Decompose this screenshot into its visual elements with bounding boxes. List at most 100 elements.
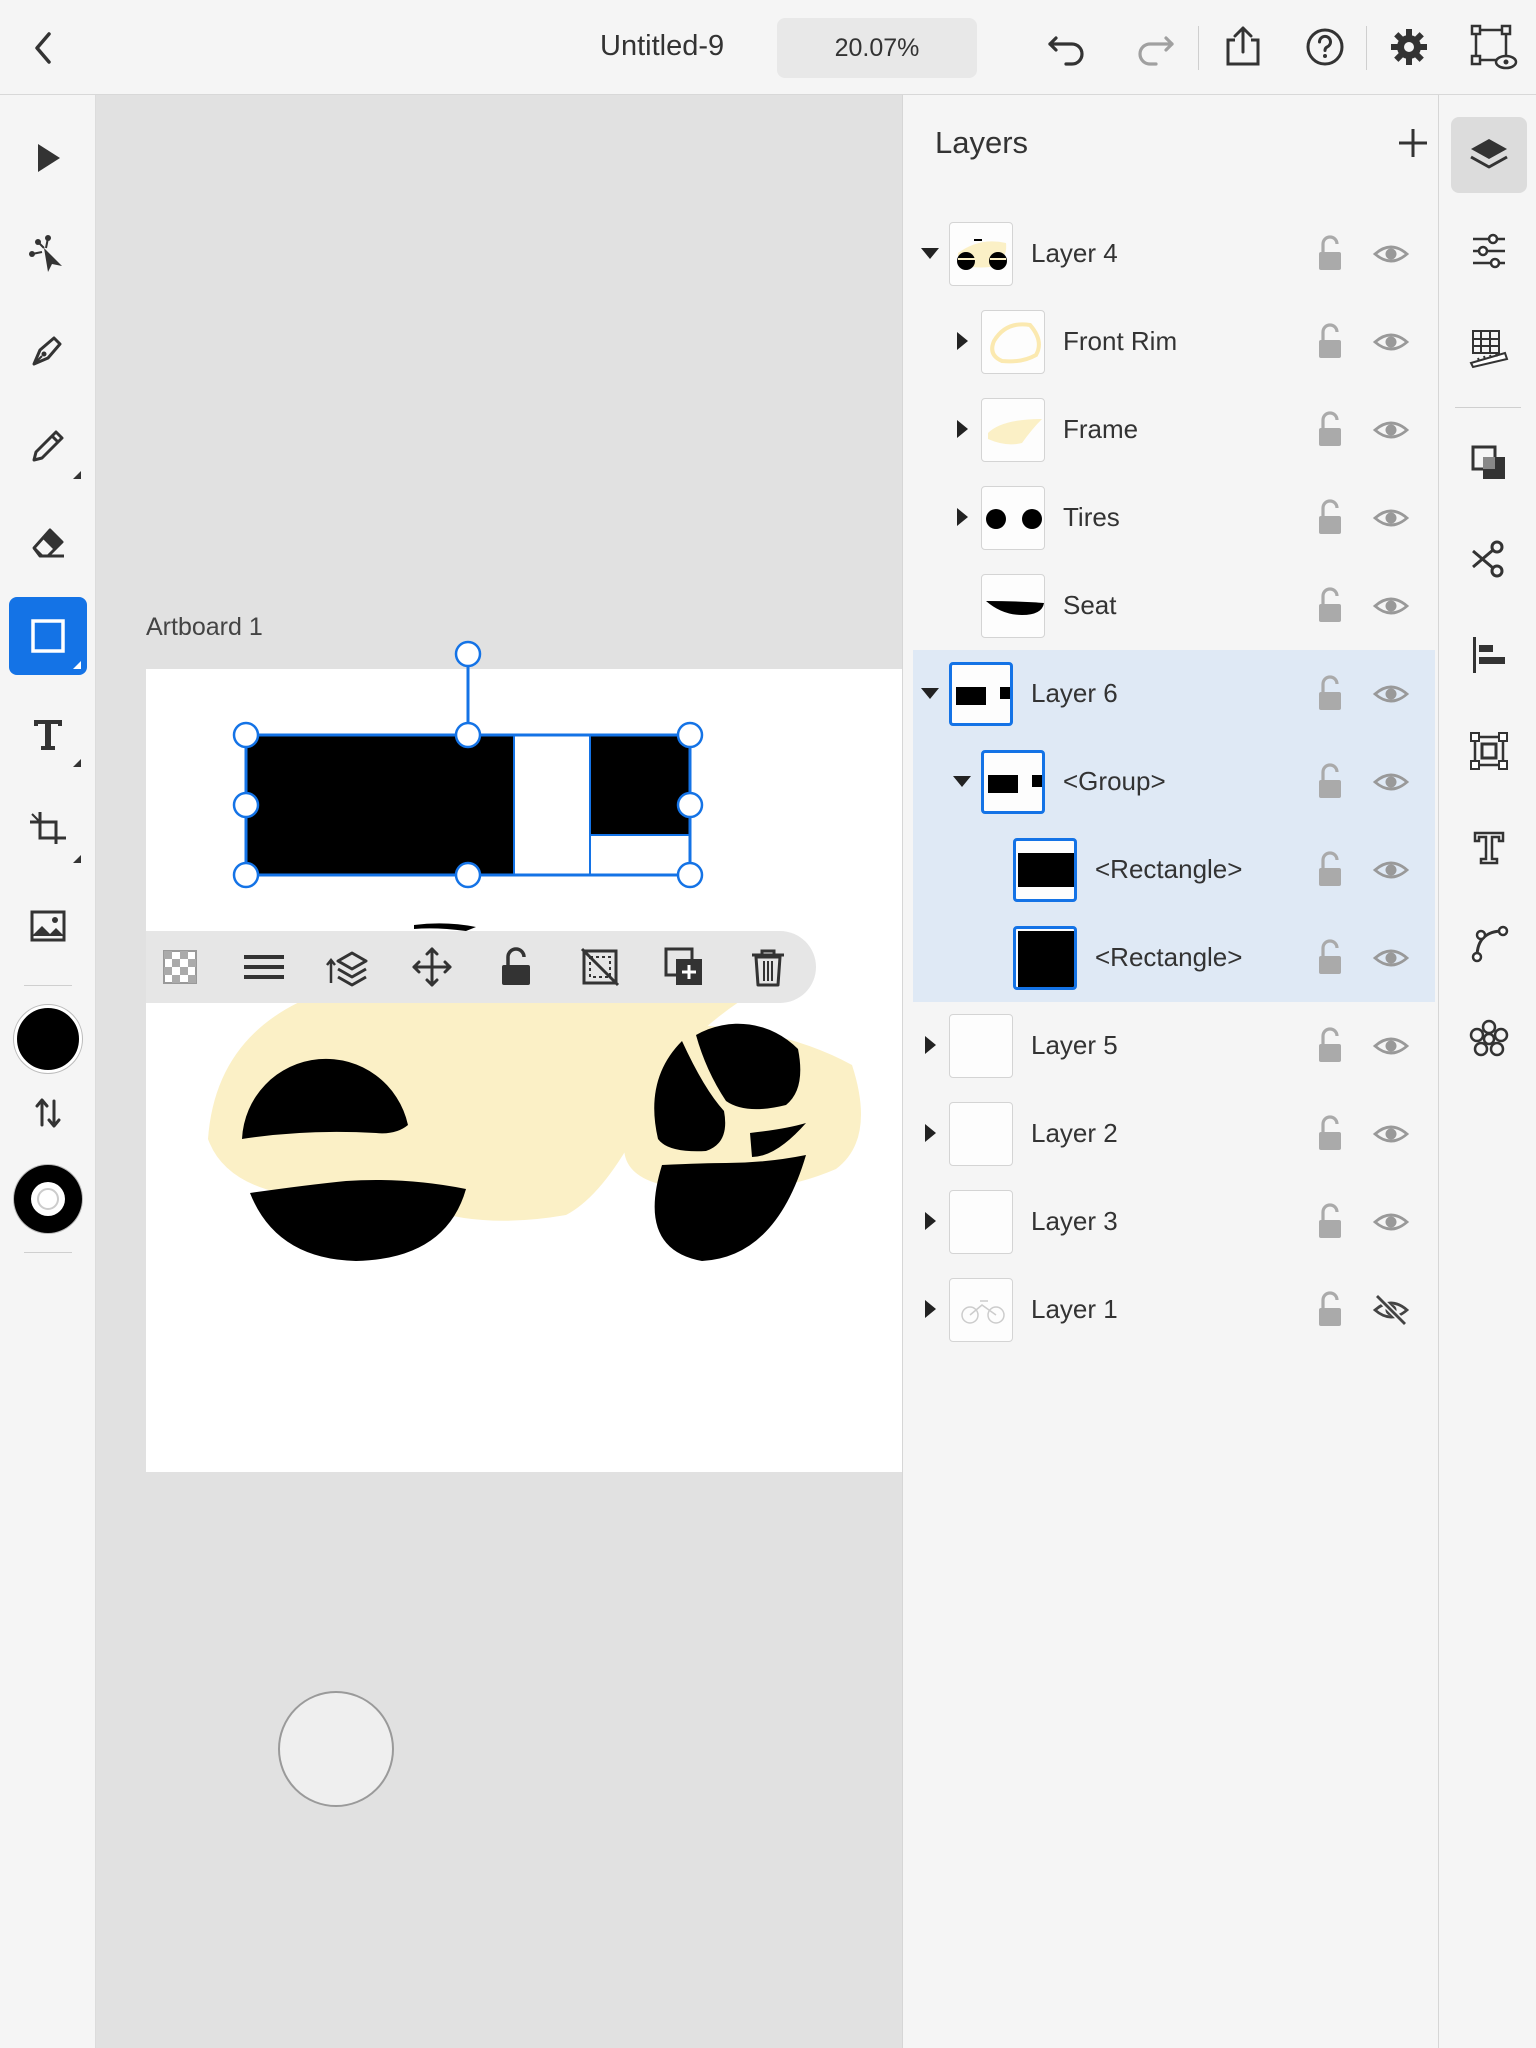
- expand-caret-icon[interactable]: [949, 416, 975, 442]
- rectangle-tool[interactable]: [9, 597, 87, 675]
- expand-caret-icon[interactable]: [949, 328, 975, 354]
- layer-row[interactable]: <Rectangle>: [913, 914, 1435, 1002]
- layer-name: <Group>: [1063, 766, 1166, 796]
- expand-caret-icon[interactable]: [917, 1032, 943, 1058]
- select-tool[interactable]: [9, 119, 87, 197]
- layers-panel-button[interactable]: [1451, 117, 1527, 193]
- duplicate-icon[interactable]: [662, 945, 706, 989]
- cut-panel-button[interactable]: [1451, 521, 1527, 597]
- expand-caret-icon[interactable]: [917, 1208, 943, 1234]
- unlock-icon[interactable]: [1309, 672, 1349, 716]
- layer-row[interactable]: Front Rim: [913, 298, 1435, 386]
- repeat-panel-button[interactable]: [1451, 1001, 1527, 1077]
- visibility-eye-icon[interactable]: [1371, 322, 1411, 362]
- unlock-icon[interactable]: [1309, 936, 1349, 980]
- pen-tool[interactable]: [9, 311, 87, 389]
- eraser-icon: [32, 528, 64, 558]
- layer-row[interactable]: Layer 5: [913, 1002, 1435, 1090]
- layer-row[interactable]: Layer 4: [913, 210, 1435, 298]
- canvas[interactable]: Artboard 1: [96, 95, 902, 2048]
- help-icon[interactable]: [1300, 22, 1350, 72]
- delete-icon[interactable]: [746, 945, 790, 989]
- collapse-caret-icon[interactable]: [949, 768, 975, 794]
- visibility-eye-icon[interactable]: [1371, 762, 1411, 802]
- visibility-eye-icon[interactable]: [1371, 938, 1411, 978]
- share-icon[interactable]: [1218, 22, 1268, 72]
- zoom-level[interactable]: 20.07%: [777, 18, 977, 78]
- artboard-label[interactable]: Artboard 1: [146, 613, 263, 642]
- unlock-icon[interactable]: [1309, 1200, 1349, 1244]
- visibility-eye-icon[interactable]: [1371, 586, 1411, 626]
- lock-icon[interactable]: [494, 945, 538, 989]
- pencil-tool[interactable]: [9, 407, 87, 485]
- crop-tool[interactable]: [9, 791, 87, 869]
- expand-caret-icon[interactable]: [949, 504, 975, 530]
- artboard[interactable]: [146, 669, 902, 1472]
- path-panel-button[interactable]: [1451, 905, 1527, 981]
- unlock-icon[interactable]: [1309, 584, 1349, 628]
- visibility-eye-icon[interactable]: [1371, 410, 1411, 450]
- visibility-eye-icon[interactable]: [1371, 850, 1411, 890]
- layer-row[interactable]: Layer 3: [913, 1178, 1435, 1266]
- crop-icon: [30, 812, 66, 844]
- add-layer-icon[interactable]: [1395, 125, 1431, 161]
- unlock-icon[interactable]: [1309, 1112, 1349, 1156]
- unlock-icon[interactable]: [1309, 1288, 1349, 1332]
- unlock-icon[interactable]: [1309, 408, 1349, 452]
- layer-row[interactable]: Tires: [913, 474, 1435, 562]
- unlock-icon[interactable]: [1309, 848, 1349, 892]
- preview-icon[interactable]: [1468, 22, 1518, 72]
- expand-caret-icon[interactable]: [917, 1120, 943, 1146]
- layer-row[interactable]: Layer 1: [913, 1266, 1435, 1354]
- visibility-eye-icon[interactable]: [1371, 674, 1411, 714]
- properties-panel-button[interactable]: [1451, 213, 1527, 289]
- grid-panel-button[interactable]: [1451, 309, 1527, 385]
- stroke-color-swatch[interactable]: [14, 1165, 82, 1233]
- layer-row[interactable]: Layer 6: [913, 650, 1435, 738]
- visibility-eye-icon[interactable]: [1371, 1114, 1411, 1154]
- visibility-eye-icon[interactable]: [1371, 1026, 1411, 1066]
- layers-icon: [1470, 139, 1508, 169]
- align-icon[interactable]: [242, 945, 286, 989]
- opacity-icon[interactable]: [158, 945, 202, 989]
- select-icon: [38, 144, 60, 172]
- unlock-icon[interactable]: [1309, 320, 1349, 364]
- mask-icon[interactable]: [578, 945, 622, 989]
- eraser-tool[interactable]: [9, 503, 87, 581]
- transform-icon[interactable]: [410, 945, 454, 989]
- layer-row[interactable]: <Rectangle>: [913, 826, 1435, 914]
- touch-shortcut-button[interactable]: [278, 1691, 394, 1807]
- undo-icon[interactable]: [1042, 22, 1092, 72]
- back-icon[interactable]: [24, 24, 66, 72]
- arrange-icon[interactable]: [326, 945, 370, 989]
- direct-select-tool[interactable]: [9, 215, 87, 293]
- layer-row[interactable]: Frame: [913, 386, 1435, 474]
- settings-gear-icon[interactable]: [1384, 22, 1434, 72]
- type-panel-button[interactable]: [1451, 809, 1527, 885]
- visibility-eye-icon[interactable]: [1371, 498, 1411, 538]
- pathfinder-panel-button[interactable]: [1451, 425, 1527, 501]
- collapse-caret-icon[interactable]: [917, 680, 943, 706]
- expand-caret-icon[interactable]: [917, 1296, 943, 1322]
- layer-name: Seat: [1063, 590, 1117, 620]
- image-tool[interactable]: [9, 887, 87, 965]
- fill-color-swatch[interactable]: [14, 1005, 82, 1073]
- swap-colors-icon[interactable]: [30, 1095, 66, 1131]
- collapse-caret-icon[interactable]: [917, 240, 943, 266]
- layer-row[interactable]: Seat: [913, 562, 1435, 650]
- unlock-icon[interactable]: [1309, 496, 1349, 540]
- visibility-eye-icon[interactable]: [1371, 1202, 1411, 1242]
- layer-thumbnail: [949, 1190, 1013, 1254]
- type-tool[interactable]: [9, 695, 87, 773]
- document-title[interactable]: Untitled-9: [600, 30, 724, 63]
- hidden-eye-icon[interactable]: [1371, 1290, 1411, 1330]
- align-panel-button[interactable]: [1451, 617, 1527, 693]
- unlock-icon[interactable]: [1309, 232, 1349, 276]
- unlock-icon[interactable]: [1309, 1024, 1349, 1068]
- layer-row[interactable]: <Group>: [913, 738, 1435, 826]
- layer-row[interactable]: Layer 2: [913, 1090, 1435, 1178]
- redo-icon[interactable]: [1130, 22, 1180, 72]
- transform-panel-button[interactable]: [1451, 713, 1527, 789]
- visibility-eye-icon[interactable]: [1371, 234, 1411, 274]
- unlock-icon[interactable]: [1309, 760, 1349, 804]
